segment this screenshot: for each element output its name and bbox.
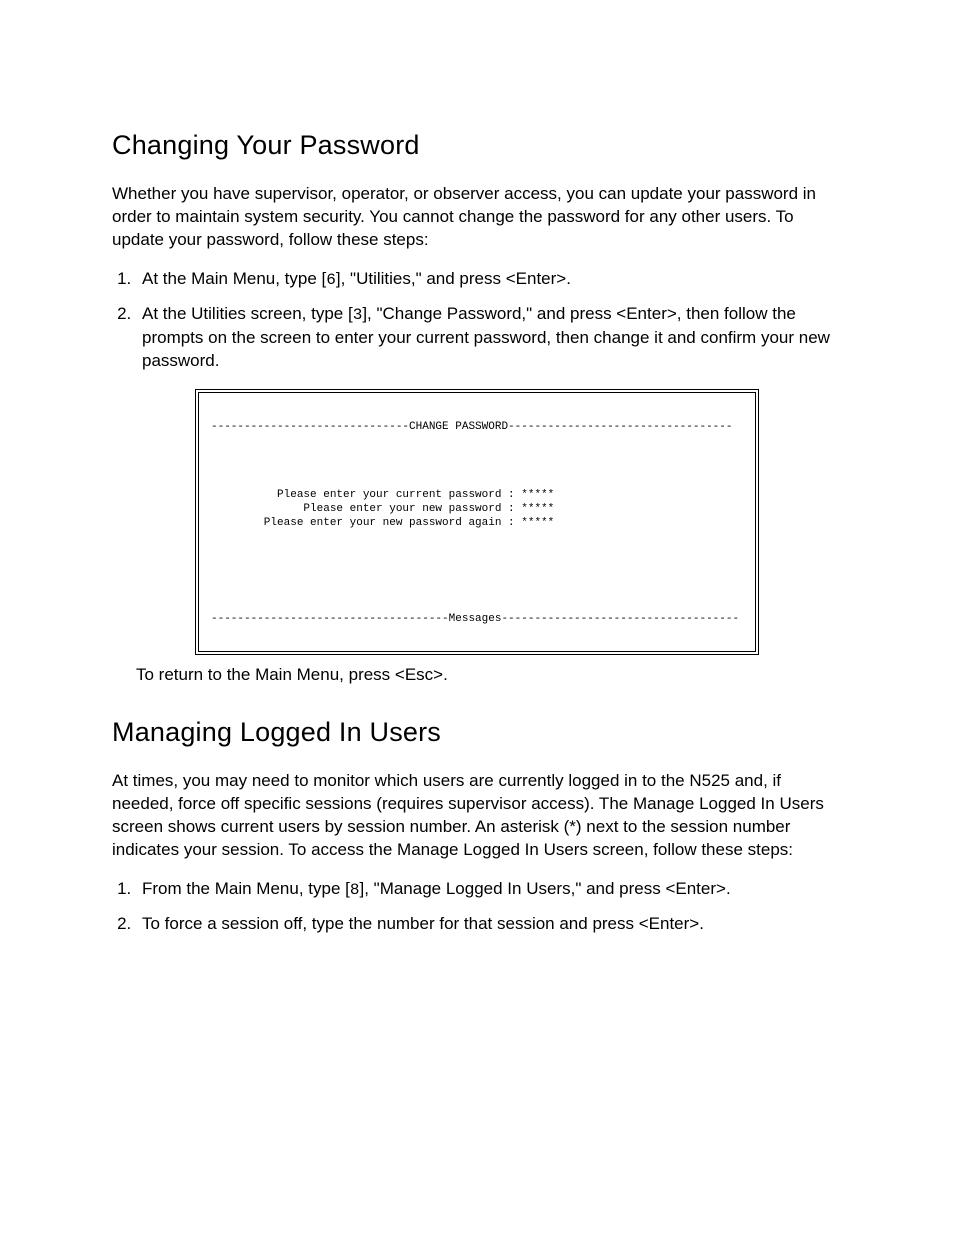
step-1-text-pre: At the Main Menu, type [ — [142, 269, 326, 288]
terminal-prompt-again: Please enter your new password again : *… — [211, 517, 554, 529]
steps-list-2: From the Main Menu, type [8], "Manage Lo… — [112, 878, 842, 937]
step-2: At the Utilities screen, type [3], "Chan… — [136, 303, 842, 372]
return-instruction: To return to the Main Menu, press <Esc>. — [136, 665, 842, 685]
terminal-prompt-current: Please enter your current password : ***… — [211, 489, 554, 501]
section-heading-manage-users: Managing Logged In Users — [112, 717, 842, 748]
terminal-messages: ------------------------------------Mess… — [211, 613, 739, 625]
terminal-header: ------------------------------CHANGE PAS… — [211, 421, 733, 433]
steps-list-1: At the Main Menu, type [6], "Utilities,"… — [112, 268, 842, 373]
step-1b-text-post: ], "Manage Logged In Users," and press <… — [359, 879, 730, 898]
document-page: Changing Your Password Whether you have … — [0, 0, 954, 1235]
step-1: At the Main Menu, type [6], "Utilities,"… — [136, 268, 842, 292]
step-1b: From the Main Menu, type [8], "Manage Lo… — [136, 878, 842, 902]
terminal-prompt-new: Please enter your new password : ***** — [211, 503, 554, 515]
step-1-key: 6 — [326, 271, 336, 289]
step-2-text-pre: At the Utilities screen, type [ — [142, 304, 353, 323]
terminal-box: ------------------------------CHANGE PAS… — [195, 389, 759, 655]
step-2b: To force a session off, type the number … — [136, 913, 842, 936]
step-1b-text-pre: From the Main Menu, type [ — [142, 879, 350, 898]
step-1-text-post: ], "Utilities," and press <Enter>. — [336, 269, 571, 288]
intro-paragraph-2: At times, you may need to monitor which … — [112, 770, 842, 862]
intro-paragraph-1: Whether you have supervisor, operator, o… — [112, 183, 842, 252]
section-heading-change-password: Changing Your Password — [112, 130, 842, 161]
step-2-key: 3 — [353, 306, 363, 324]
terminal-screenshot-change-password: ------------------------------CHANGE PAS… — [195, 389, 759, 655]
